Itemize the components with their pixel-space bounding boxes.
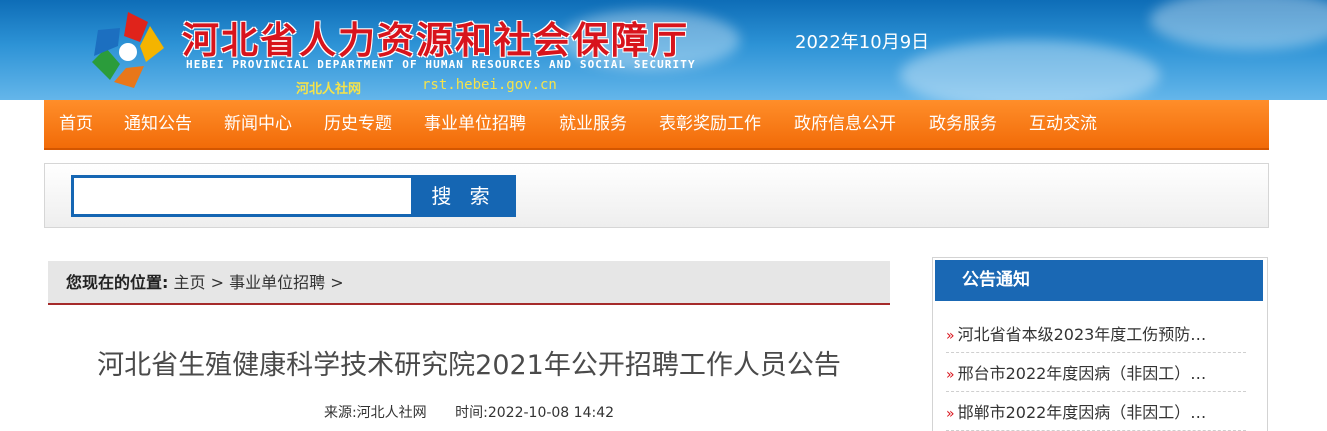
double-chevron-right-icon: » <box>946 328 955 344</box>
nav-item-services[interactable]: 政务服务 <box>929 100 997 148</box>
nav-item-recruitment[interactable]: 事业单位招聘 <box>424 100 526 148</box>
cloud-decoration <box>900 40 1160 100</box>
header-banner: 河北省人力资源和社会保障厅 HEBEI PROVINCIAL DEPARTMEN… <box>0 0 1327 100</box>
site-short-name: 河北人社网 <box>296 82 362 97</box>
sidebar-heading: 公告通知 <box>935 260 1263 301</box>
notice-sidebar: 公告通知 » 河北省省本级2023年度工伤预防… » 邢台市2022年度因病（非因工… <box>932 257 1268 431</box>
current-date: 2022年10月9日 <box>795 32 930 53</box>
sidebar-notice-label: 河北省省本级2023年度工伤预防… <box>957 325 1207 344</box>
search-button[interactable]: 搜 索 <box>411 175 516 217</box>
article-title: 河北省生殖健康科学技术研究院2021年公开招聘工作人员公告 <box>97 350 841 381</box>
nav-item-employment[interactable]: 就业服务 <box>559 100 627 148</box>
nav-item-notices[interactable]: 通知公告 <box>124 100 192 148</box>
article-time: 时间:2022-10-08 14:42 <box>455 405 615 421</box>
cloud-decoration <box>1150 0 1327 50</box>
breadcrumb-separator: > <box>210 273 225 292</box>
sidebar-notice-label: 邯郸市2022年度因病（非因工）… <box>957 403 1207 422</box>
breadcrumb: 您现在的位置: 主页 > 事业单位招聘 > <box>48 261 890 305</box>
sidebar-notice-item[interactable]: » 邯郸市2022年度因病（非因工）… <box>946 396 1246 431</box>
nav-item-interaction[interactable]: 互动交流 <box>1029 100 1097 148</box>
sidebar-notice-item[interactable]: » 邢台市2022年度因病（非因工）… <box>946 357 1246 392</box>
hrss-logo-icon[interactable] <box>88 8 168 92</box>
nav-item-news[interactable]: 新闻中心 <box>224 100 292 148</box>
breadcrumb-home-link[interactable]: 主页 <box>174 273 206 292</box>
search-input[interactable] <box>71 175 411 217</box>
breadcrumb-recruitment-link[interactable]: 事业单位招聘 <box>229 273 325 292</box>
article-meta: 来源:河北人社网 时间:2022-10-08 14:42 <box>48 402 890 422</box>
sidebar-notice-item[interactable]: » 河北省省本级2023年度工伤预防… <box>946 318 1246 353</box>
site-title: 河北省人力资源和社会保障厅 <box>182 19 689 62</box>
double-chevron-right-icon: » <box>946 406 955 422</box>
nav-item-gov-info[interactable]: 政府信息公开 <box>794 100 896 148</box>
sidebar-notice-label: 邢台市2022年度因病（非因工）… <box>957 364 1207 383</box>
double-chevron-right-icon: » <box>946 367 955 383</box>
article-source: 来源:河北人社网 <box>323 405 427 421</box>
breadcrumb-separator: > <box>330 273 344 292</box>
site-title-english: HEBEI PROVINCIAL DEPARTMENT OF HUMAN RES… <box>186 58 696 71</box>
nav-item-home[interactable]: 首页 <box>59 100 93 148</box>
breadcrumb-label: 您现在的位置: <box>66 273 169 292</box>
nav-item-history[interactable]: 历史专题 <box>324 100 392 148</box>
site-url: rst.hebei.gov.cn <box>422 77 557 93</box>
search-bar: 搜 索 <box>44 163 1269 228</box>
main-nav: 首页 通知公告 新闻中心 历史专题 事业单位招聘 就业服务 表彰奖励工作 政府信… <box>44 100 1269 150</box>
nav-item-awards[interactable]: 表彰奖励工作 <box>659 100 761 148</box>
